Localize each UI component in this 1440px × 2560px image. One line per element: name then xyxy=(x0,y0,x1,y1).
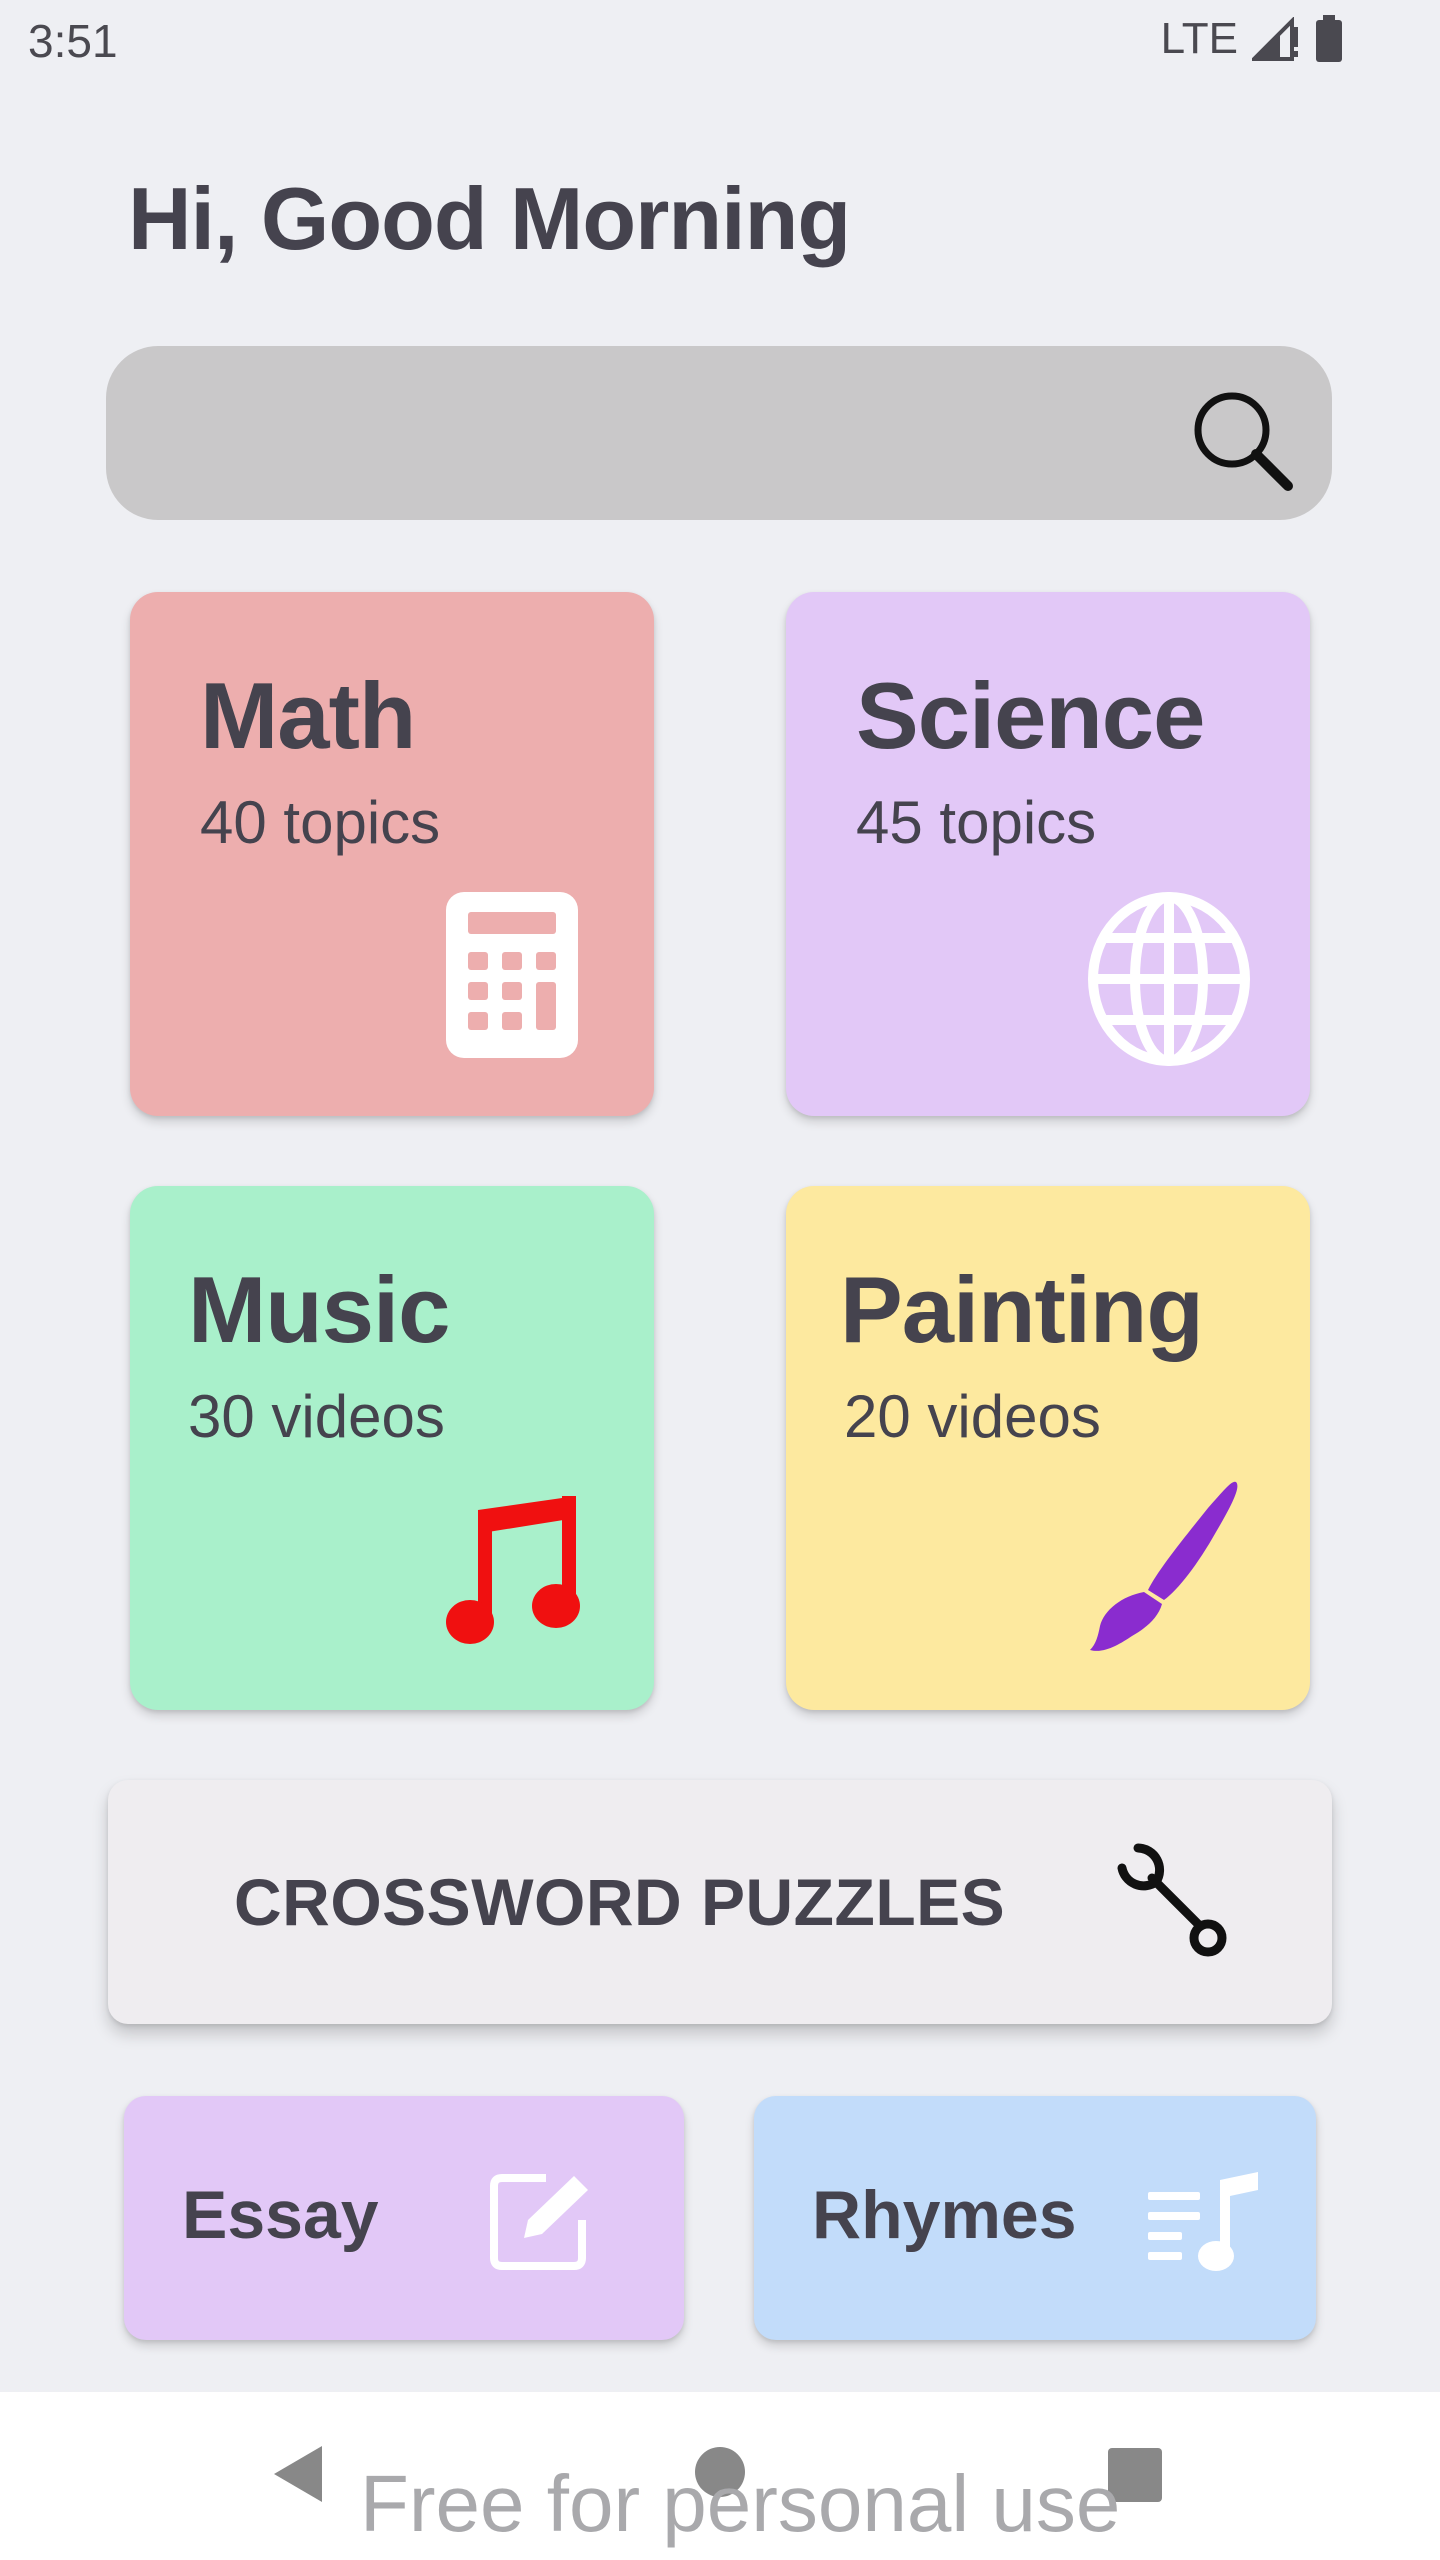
card-math[interactable]: Math 40 topics xyxy=(130,592,654,1116)
paintbrush-icon xyxy=(1090,1481,1238,1651)
card-music[interactable]: Music 30 videos xyxy=(130,1186,654,1710)
rhymes-label: Rhymes xyxy=(812,2177,1077,2253)
card-subtitle: 30 videos xyxy=(188,1383,445,1450)
search-bar[interactable] xyxy=(106,346,1332,520)
edit-icon xyxy=(490,2174,588,2270)
recents-icon[interactable] xyxy=(1108,2448,1162,2502)
battery-icon xyxy=(1316,15,1342,62)
status-time: 3:51 xyxy=(28,15,118,67)
card-title: Math xyxy=(200,663,416,768)
app-screen: 3:51 LTE Hi, Good Morning Math 40 topics… xyxy=(0,0,1440,2560)
rhymes-card[interactable]: Rhymes xyxy=(754,2096,1316,2340)
status-bar: 3:51 LTE xyxy=(0,0,1440,84)
globe-icon xyxy=(1088,892,1250,1066)
search-input[interactable] xyxy=(166,386,1166,480)
card-title: Music xyxy=(188,1257,450,1362)
playlist-music-icon xyxy=(1148,2172,1258,2271)
home-icon[interactable] xyxy=(694,2446,746,2498)
card-subtitle: 40 topics xyxy=(200,789,441,856)
music-note-icon xyxy=(446,1496,580,1644)
essay-label: Essay xyxy=(182,2177,379,2253)
card-science[interactable]: Science 45 topics xyxy=(786,592,1310,1116)
card-subtitle: 20 videos xyxy=(844,1383,1101,1450)
network-type: LTE xyxy=(1160,14,1238,63)
card-title: Painting xyxy=(840,1257,1204,1362)
search-icon[interactable] xyxy=(1184,382,1298,496)
card-painting[interactable]: Painting 20 videos xyxy=(786,1186,1310,1710)
back-icon[interactable] xyxy=(272,2446,324,2502)
greeting-title: Hi, Good Morning xyxy=(128,169,851,268)
card-subtitle: 45 topics xyxy=(856,789,1097,856)
essay-card[interactable]: Essay xyxy=(124,2096,684,2340)
card-title: Science xyxy=(856,663,1205,768)
navigation-bar: Free for personal use xyxy=(0,2392,1440,2560)
calculator-icon xyxy=(446,892,578,1058)
signal-icon xyxy=(1252,17,1298,61)
crossword-puzzles-button[interactable]: CROSSWORD PUZZLES xyxy=(108,1780,1332,2024)
status-indicators: LTE xyxy=(1161,14,1344,64)
crossword-label: CROSSWORD PUZZLES xyxy=(234,1865,1006,1939)
wrench-icon xyxy=(1117,1843,1227,1957)
